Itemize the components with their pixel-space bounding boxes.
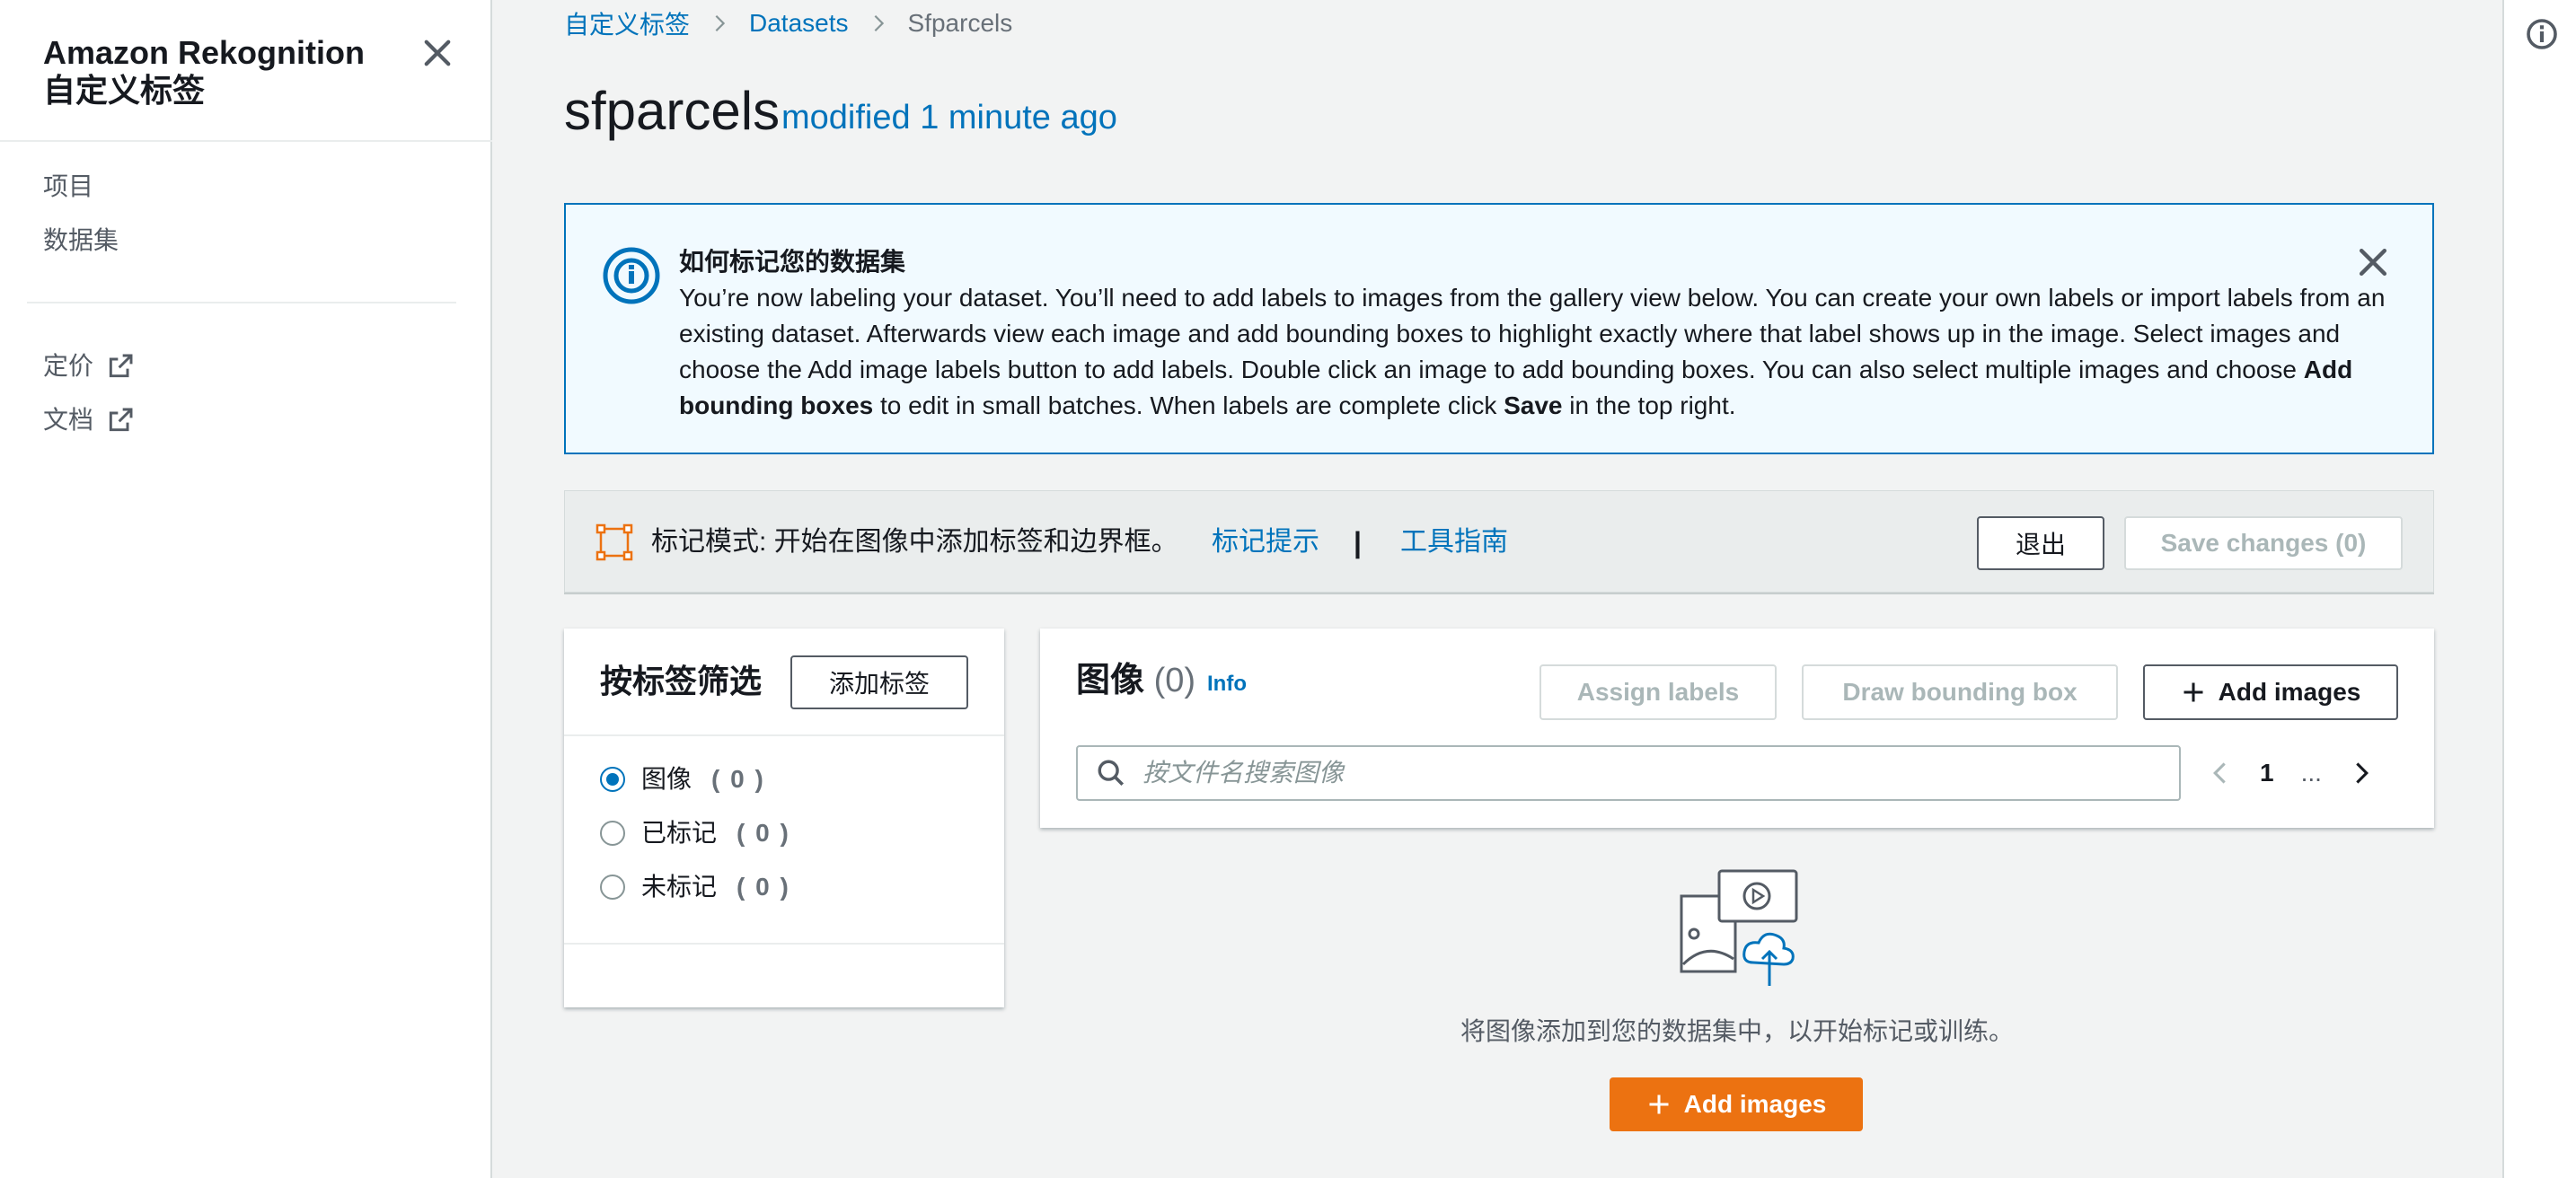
image-search-field[interactable] <box>1076 745 2181 801</box>
alert-text: to edit in small batches. When labels ar… <box>873 391 1504 419</box>
chevron-right-icon <box>715 14 726 32</box>
external-link-icon <box>109 408 133 432</box>
external-link-icon <box>109 354 133 378</box>
chevron-left-icon[interactable] <box>2208 760 2233 786</box>
service-title-line2: 自定义标签 <box>43 72 206 109</box>
tool-guide-link[interactable]: 工具指南 <box>1400 523 1508 561</box>
info-alert: 如何标记您的数据集 You’re now labeling your datas… <box>564 203 2434 454</box>
panel-divider <box>564 943 1004 945</box>
breadcrumb-custom-labels[interactable]: 自定义标签 <box>564 5 690 41</box>
filter-option-labeled[interactable]: 已标记 ( 0 ) <box>600 817 790 849</box>
filter-option-count: ( 0 ) <box>711 765 765 793</box>
images-panel: 图像 (0) Info Assign labels Draw bounding … <box>1040 629 2434 828</box>
filter-option-count: ( 0 ) <box>737 873 790 901</box>
sidebar-item-pricing[interactable]: 定价 <box>43 350 135 382</box>
label-filter-panel: 按标签筛选 添加标签 图像 ( 0 ) 已标记 ( 0 ) 未标记 ( 0 ) <box>564 629 1004 1007</box>
service-title-line1: Amazon Rekognition <box>43 34 365 71</box>
chevron-right-icon[interactable] <box>2349 760 2374 786</box>
plus-icon <box>1649 1094 1669 1114</box>
images-heading: 图像 (0) <box>1076 659 1195 702</box>
labeling-tips-link[interactable]: 标记提示 <box>1212 523 1319 561</box>
filter-option-unlabeled[interactable]: 未标记 ( 0 ) <box>600 871 790 903</box>
modified-timestamp: modified 1 minute ago <box>781 99 1117 136</box>
breadcrumb-current: Sfparcels <box>907 9 1013 37</box>
info-icon[interactable] <box>2526 18 2558 50</box>
page-title: sfparcels <box>564 81 781 141</box>
page-number[interactable]: 1 <box>2260 759 2274 787</box>
labeling-mode-bar: 标记模式: 开始在图像中添加标签和边界框。 标记提示 | 工具指南 退出 Sav… <box>564 490 2434 593</box>
add-images-primary-button[interactable]: Add images <box>1610 1077 1863 1131</box>
sidebar-item-label: 定价 <box>43 352 94 380</box>
labeling-mode-text: 标记模式: 开始在图像中添加标签和边界框。 <box>651 527 1178 557</box>
close-navigation-button[interactable] <box>419 34 456 72</box>
alert-bold-text: Save <box>1504 391 1563 419</box>
assign-labels-button[interactable]: Assign labels <box>1539 664 1777 720</box>
page-ellipsis: ... <box>2300 759 2322 787</box>
search-icon <box>1098 760 1125 787</box>
save-changes-button[interactable]: Save changes (0) <box>2124 516 2403 570</box>
add-images-button[interactable]: Add images <box>2143 664 2398 720</box>
filter-title: 按标签筛选 <box>600 663 763 699</box>
exit-button[interactable]: 退出 <box>1977 516 2104 570</box>
radio-unselected[interactable] <box>600 821 625 846</box>
filter-option-label: 未标记 <box>641 873 718 901</box>
sidebar-item-label: 数据集 <box>43 226 119 254</box>
alert-text: in the top right. <box>1562 391 1736 419</box>
images-title: 图像 <box>1076 662 1145 699</box>
pagination: 1 ... <box>2208 745 2374 801</box>
images-count: (0) <box>1153 662 1196 699</box>
alert-title: 如何标记您的数据集 <box>679 248 906 276</box>
sidebar-divider <box>0 140 492 142</box>
bounding-box-icon <box>595 523 633 561</box>
close-icon <box>424 40 451 66</box>
draw-bounding-box-button[interactable]: Draw bounding box <box>1802 664 2118 720</box>
service-title[interactable]: Amazon Rekognition 自定义标签 <box>43 34 420 110</box>
add-images-label: Add images <box>2218 678 2361 706</box>
filter-option-all-images[interactable]: 图像 ( 0 ) <box>600 763 765 796</box>
alert-body: You’re now labeling your dataset. You’ll… <box>679 280 2395 424</box>
add-images-primary-label: Add images <box>1683 1090 1827 1118</box>
sidebar-item-label: 文档 <box>43 406 94 434</box>
filter-option-label: 已标记 <box>641 819 718 847</box>
alert-text: You’re now labeling your dataset. You’ll… <box>679 284 2386 383</box>
separator: | <box>1354 526 1362 558</box>
info-icon <box>603 247 660 304</box>
sidebar-item-projects[interactable]: 项目 <box>43 171 93 203</box>
help-panel-rail <box>2502 0 2576 1178</box>
breadcrumb-datasets[interactable]: Datasets <box>749 9 849 38</box>
filter-option-count: ( 0 ) <box>737 819 790 847</box>
radio-unselected[interactable] <box>600 875 625 900</box>
chevron-right-icon <box>874 14 884 32</box>
sidebar-item-docs[interactable]: 文档 <box>43 404 135 436</box>
breadcrumb: 自定义标签 Datasets Sfparcels <box>564 7 1012 40</box>
radio-selected[interactable] <box>600 767 625 792</box>
dismiss-alert-button[interactable] <box>2353 242 2393 282</box>
sidebar-divider <box>27 302 456 303</box>
sidebar-item-label: 项目 <box>43 172 94 200</box>
add-label-button[interactable]: 添加标签 <box>790 655 968 709</box>
info-link[interactable]: Info <box>1207 672 1247 697</box>
filter-option-label: 图像 <box>641 765 693 793</box>
plus-icon <box>2183 682 2203 702</box>
empty-state-message: 将图像添加到您的数据集中，以开始标记或训练。 <box>1460 1017 2014 1045</box>
upload-images-illustration-icon <box>1680 869 1798 986</box>
panel-divider <box>564 734 1004 736</box>
close-icon <box>2359 248 2387 277</box>
side-navigation: Amazon Rekognition 自定义标签 项目 数据集 定价 文档 <box>0 0 492 1178</box>
image-search-input[interactable] <box>1142 759 2130 787</box>
sidebar-item-datasets[interactable]: 数据集 <box>43 224 119 257</box>
